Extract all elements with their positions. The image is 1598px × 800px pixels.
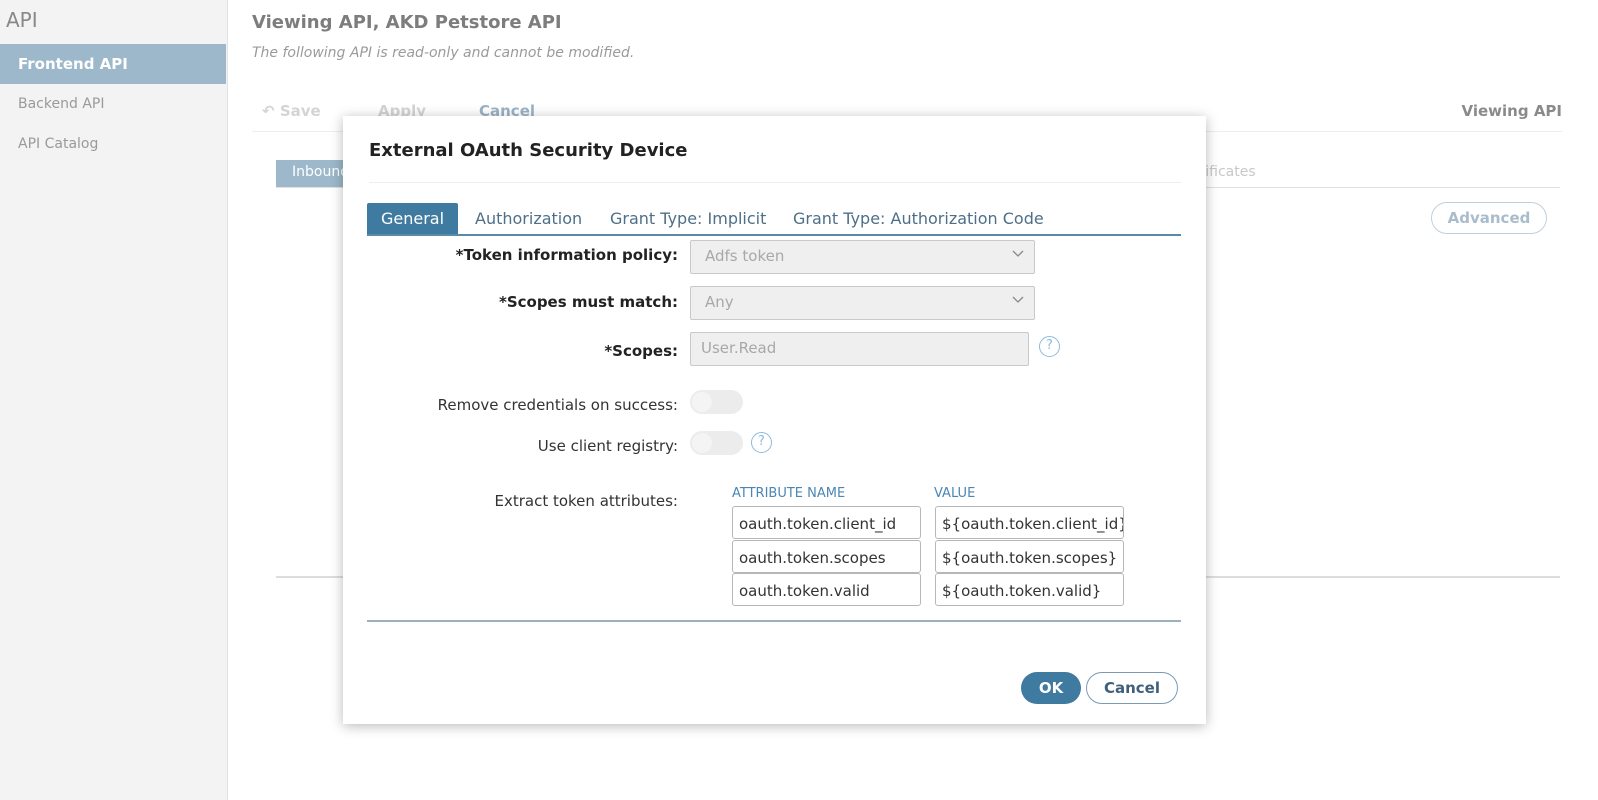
help-icon[interactable]: ?	[1039, 336, 1060, 357]
tab-grant-authorization-code[interactable]: Grant Type: Authorization Code	[793, 203, 1044, 234]
dialog-cancel-button[interactable]: Cancel	[1086, 672, 1178, 704]
attribute-value-input[interactable]: ${oauth.token.valid}	[935, 573, 1124, 606]
attribute-name-input[interactable]: oauth.token.client_id	[732, 506, 921, 539]
scopes-label: *Scopes:	[604, 342, 678, 360]
page-subtitle: The following API is read-only and canno…	[252, 45, 635, 61]
client-registry-label: Use client registry:	[537, 437, 678, 455]
save-label: Save	[279, 102, 321, 120]
tab-grant-implicit[interactable]: Grant Type: Implicit	[610, 203, 766, 234]
attribute-name-input[interactable]: oauth.token.valid	[732, 573, 921, 606]
scopes-match-label: *Scopes must match:	[498, 293, 678, 311]
ok-button[interactable]: OK	[1021, 672, 1081, 704]
sidebar-item-frontend-api[interactable]: Frontend API	[0, 44, 226, 84]
sidebar-title: API	[6, 8, 38, 32]
oauth-dialog: External OAuth Security Device General A…	[343, 116, 1206, 724]
sidebar-item-backend-api[interactable]: Backend API	[0, 84, 226, 124]
tab-general[interactable]: General	[367, 203, 459, 234]
undo-arrow-icon: ↶	[262, 102, 275, 120]
dialog-title: External OAuth Security Device	[369, 140, 688, 161]
toggle-knob	[692, 433, 712, 453]
attribute-name-input[interactable]: oauth.token.scopes	[732, 540, 921, 573]
attribute-value-input[interactable]: ${oauth.token.client_id}	[935, 506, 1124, 539]
footer-divider	[367, 620, 1181, 622]
extract-attributes-label: Extract token attributes:	[494, 492, 678, 510]
remove-credentials-label: Remove credentials on success:	[437, 396, 678, 414]
scopes-match-select[interactable]: Any	[690, 286, 1035, 320]
column-header-value: VALUE	[934, 486, 976, 501]
attribute-value-input[interactable]: ${oauth.token.scopes}	[935, 540, 1124, 573]
dialog-tabs: General Authorization Grant Type: Implic…	[367, 203, 1181, 236]
divider	[369, 182, 1181, 183]
sidebar: API Frontend API Backend API API Catalog	[0, 0, 228, 800]
help-icon[interactable]: ?	[751, 432, 772, 453]
sidebar-item-api-catalog[interactable]: API Catalog	[0, 124, 226, 164]
scopes-input[interactable]: User.Read	[690, 332, 1029, 366]
token-policy-label: *Token information policy:	[455, 246, 678, 264]
chevron-down-icon	[1012, 296, 1024, 303]
token-policy-value: Adfs token	[705, 247, 785, 265]
remove-credentials-toggle[interactable]	[690, 390, 743, 414]
token-policy-select[interactable]: Adfs token	[690, 240, 1035, 274]
tab-authorization[interactable]: Authorization	[475, 203, 582, 234]
column-header-attribute-name: ATTRIBUTE NAME	[732, 486, 846, 501]
toggle-knob	[692, 392, 712, 412]
chevron-down-icon	[1012, 250, 1024, 257]
advanced-button[interactable]: Advanced	[1431, 202, 1547, 234]
viewing-api-label: Viewing API	[1461, 102, 1562, 120]
page-title: Viewing API, AKD Petstore API	[252, 12, 562, 33]
client-registry-toggle[interactable]	[690, 431, 743, 455]
scopes-match-value: Any	[705, 293, 734, 311]
save-button[interactable]: ↶ Save	[262, 102, 321, 120]
